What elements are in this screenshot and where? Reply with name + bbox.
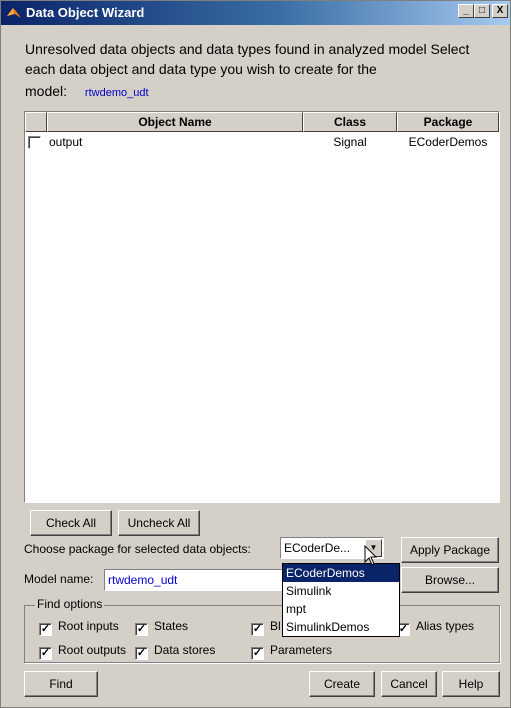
header-package[interactable]: Package [397, 112, 499, 132]
object-name-cell: output [49, 135, 83, 149]
header-class[interactable]: Class [303, 112, 397, 132]
dropdown-option[interactable]: Simulink [283, 582, 399, 600]
maximize-button[interactable]: □ [474, 4, 490, 18]
header-object-name[interactable]: Object Name [47, 112, 303, 132]
table-header: Object Name Class Package [25, 112, 499, 132]
dropdown-option[interactable]: mpt [283, 600, 399, 618]
option-root-outputs[interactable]: ✓ Root outputs [39, 643, 126, 660]
package-cell[interactable]: ECoderDemos [397, 135, 499, 149]
package-select-value: ECoderDe... [284, 541, 351, 555]
help-button[interactable]: Help [442, 671, 500, 697]
close-button[interactable]: X [492, 4, 508, 18]
checkbox-checked[interactable]: ✓ [39, 623, 52, 636]
model-name-field[interactable] [104, 569, 284, 591]
matlab-logo-icon [7, 8, 21, 18]
option-data-stores[interactable]: ✓ Data stores [135, 643, 215, 660]
dropdown-option[interactable]: SimulinkDemos [283, 618, 399, 636]
dropdown-option[interactable]: ECoderDemos [283, 564, 399, 582]
browse-button[interactable]: Browse... [401, 567, 499, 593]
minimize-button[interactable]: _ [458, 4, 474, 18]
checkbox-checked[interactable]: ✓ [39, 647, 52, 660]
option-alias-types[interactable]: ✓ Alias types [397, 619, 474, 636]
class-cell[interactable]: Signal [315, 135, 385, 149]
package-dropdown-list[interactable]: ECoderDemos Simulink mpt SimulinkDemos [282, 563, 400, 637]
option-parameters[interactable]: ✓ Parameters [251, 643, 332, 660]
checkbox-checked[interactable]: ✓ [251, 647, 264, 660]
data-objects-table[interactable]: Object Name Class Package output Signal … [24, 111, 500, 503]
option-states[interactable]: ✓ States [135, 619, 188, 636]
find-options-legend: Find options [35, 597, 105, 611]
model-name-input[interactable] [105, 570, 283, 590]
window-title: Data Object Wizard [26, 5, 145, 20]
check-all-button[interactable]: Check All [30, 510, 112, 536]
cancel-button[interactable]: Cancel [381, 671, 437, 697]
model-label: model: [25, 83, 68, 99]
arrow-pointer-icon [364, 545, 378, 566]
header-check-column [25, 112, 47, 132]
title-bar[interactable]: Data Object Wizard _ □ X [1, 1, 510, 25]
checkbox-checked[interactable]: ✓ [135, 647, 148, 660]
checkbox-checked[interactable]: ✓ [251, 623, 264, 636]
checkbox-checked[interactable]: ✓ [135, 623, 148, 636]
uncheck-all-button[interactable]: Uncheck All [118, 510, 200, 536]
model-line: model: rtwdemo_udt [25, 83, 149, 99]
choose-package-label: Choose package for selected data objects… [24, 542, 251, 556]
option-root-inputs[interactable]: ✓ Root inputs [39, 619, 119, 636]
row-checkbox[interactable] [28, 136, 41, 149]
apply-package-button[interactable]: Apply Package [401, 537, 499, 563]
model-name-label: Model name: [24, 572, 94, 586]
model-value: rtwdemo_udt [84, 87, 149, 99]
option-block-outputs[interactable]: ✓ Bl [251, 619, 281, 636]
create-button[interactable]: Create [309, 671, 375, 697]
table-row[interactable]: output Signal ECoderDemos [25, 133, 499, 151]
intro-text: Unresolved data objects and data types f… [25, 41, 470, 77]
find-button[interactable]: Find [24, 671, 98, 697]
data-object-wizard-window: Data Object Wizard _ □ X Unresolved data… [0, 0, 511, 708]
